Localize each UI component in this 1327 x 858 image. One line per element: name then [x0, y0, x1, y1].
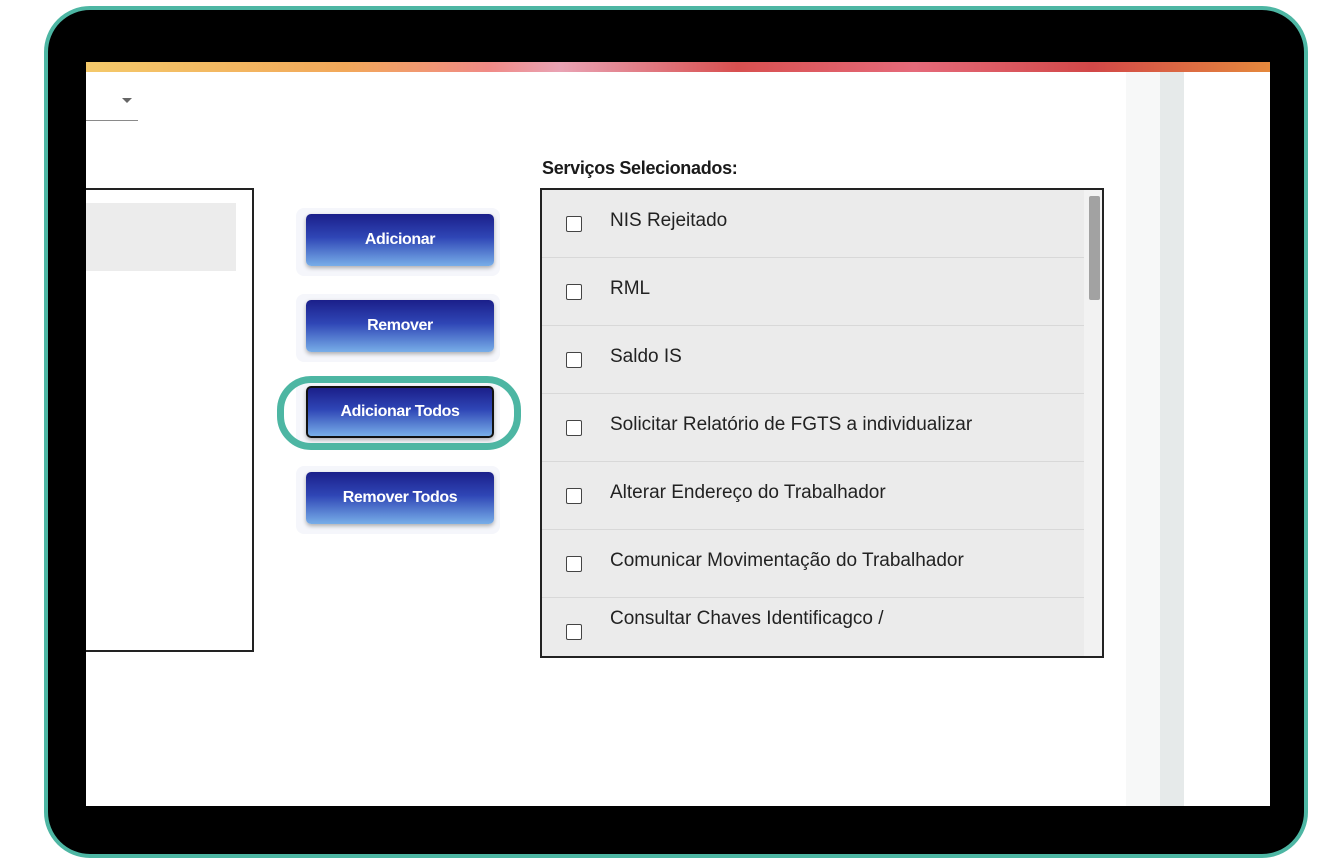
list-item[interactable]: Alterar Endereço do Trabalhador: [542, 462, 1084, 530]
remove-all-button-wrapper: Remover Todos: [296, 466, 500, 534]
remove-button[interactable]: Remover: [306, 300, 494, 352]
list-item-label: Comunicar Movimentação do Trabalhador: [610, 550, 964, 571]
add-button-wrapper: Adicionar: [296, 208, 500, 276]
remove-button-wrapper: Remover: [296, 294, 500, 362]
list-item[interactable]: Solicitar Relatório de FGTS a individual…: [542, 394, 1084, 462]
selected-list-scrollbar[interactable]: [1084, 190, 1102, 656]
right-panel: [1126, 72, 1160, 806]
available-services-list[interactable]: [86, 188, 254, 652]
scrollbar-thumb[interactable]: [1089, 196, 1100, 300]
list-item-label: Consultar Chaves Identificagco /: [610, 608, 884, 629]
remove-all-button[interactable]: Remover Todos: [306, 472, 494, 524]
list-item-label: NIS Rejeitado: [610, 210, 728, 231]
chevron-down-icon: [122, 98, 132, 103]
list-item[interactable]: NIS Rejeitado: [542, 190, 1084, 258]
list-item-label: Alterar Endereço do Trabalhador: [610, 482, 886, 503]
app-screen: Adicionar Remover Adicionar Todos Remove…: [86, 62, 1270, 806]
checkbox[interactable]: [566, 352, 582, 368]
header-banner: [86, 62, 1270, 72]
checkbox[interactable]: [566, 216, 582, 232]
checkbox[interactable]: [566, 284, 582, 300]
checkbox[interactable]: [566, 420, 582, 436]
filter-dropdown[interactable]: [86, 86, 138, 121]
right-scroll-strip: [1160, 72, 1184, 806]
selected-services-title: Serviços Selecionados:: [542, 158, 738, 178]
list-item[interactable]: Saldo IS: [542, 326, 1084, 394]
list-item[interactable]: Consultar Chaves Identificagco /: [542, 598, 1084, 656]
list-item-label: RML: [610, 278, 651, 299]
available-list-selected-row[interactable]: [86, 203, 236, 271]
checkbox[interactable]: [566, 556, 582, 572]
checkbox[interactable]: [566, 624, 582, 640]
list-item[interactable]: RML: [542, 258, 1084, 326]
selected-services-list[interactable]: NIS Rejeitado RML Saldo IS Solicitar Relató…: [540, 188, 1104, 658]
add-button[interactable]: Adicionar: [306, 214, 494, 266]
highlight-ring: [277, 376, 521, 450]
checkbox[interactable]: [566, 488, 582, 504]
device-frame: Adicionar Remover Adicionar Todos Remove…: [44, 6, 1308, 858]
list-item[interactable]: Comunicar Movimentação do Trabalhador: [542, 530, 1084, 598]
selected-services-items: NIS Rejeitado RML Saldo IS Solicitar Relató…: [542, 190, 1084, 656]
list-item-label: Solicitar Relatório de FGTS a individual…: [610, 414, 973, 435]
list-item-label: Saldo IS: [610, 346, 682, 367]
